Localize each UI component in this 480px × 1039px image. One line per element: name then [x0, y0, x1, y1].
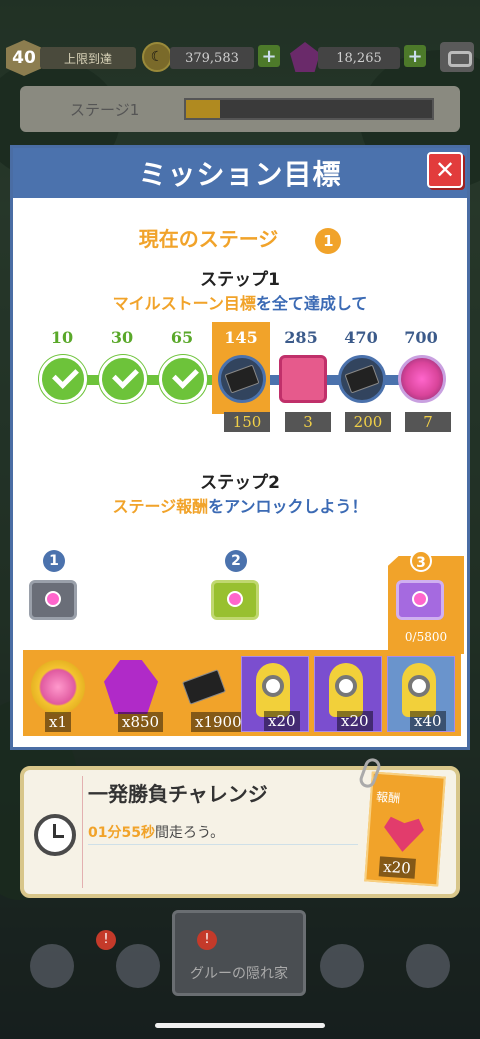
challenge-desc: 01分55秒間走ろう。	[88, 822, 224, 842]
reward-count: x1	[45, 712, 72, 732]
basket-icon[interactable]	[320, 944, 364, 988]
stage-chest-1[interactable]: 1	[29, 550, 87, 620]
chest-number: 1	[43, 550, 65, 572]
notification-badge: !	[96, 930, 116, 950]
level-status: 上限到達	[40, 47, 136, 69]
minion-costume-card	[256, 663, 290, 717]
banana-coin-icon: ☾	[142, 42, 172, 72]
minion-headphones-card	[329, 663, 363, 717]
reward-count: x20	[337, 711, 373, 731]
check-icon	[99, 355, 147, 403]
stage-reward-list: x1 x850 x1900 x20 x20 x40	[23, 650, 461, 736]
medal-icon[interactable]	[398, 355, 446, 403]
ticket-icon[interactable]	[338, 355, 386, 403]
heart-icon	[382, 815, 424, 854]
minion-beret-card	[402, 663, 436, 717]
chest-number: 2	[225, 550, 247, 572]
milestone-label: 145	[224, 328, 258, 347]
top-hud: 40 上限到達 ☾ 379,583 + 18,265 +	[0, 40, 480, 76]
reward-item[interactable]: x1900	[171, 656, 246, 732]
gem-icon	[290, 42, 320, 72]
milestone-reward-count: 150	[224, 412, 270, 432]
reward-count: x850	[118, 712, 164, 732]
stage-bar-label: ステージ1	[70, 101, 140, 119]
search-icon[interactable]	[406, 944, 450, 988]
milestone-label: 10	[50, 328, 74, 347]
challenge-title: 一発勝負チャレンジ	[88, 782, 268, 806]
modal-header: ミッション目標	[13, 148, 467, 198]
modal-title: ミッション目標	[138, 158, 342, 191]
gear-icon[interactable]	[30, 944, 74, 988]
gold-medal-icon	[31, 660, 85, 714]
chest-icon	[29, 580, 77, 620]
step1-desc: マイルストーン目標を全て達成して	[13, 290, 467, 314]
milestone-reward-count: 7	[405, 412, 451, 432]
purple-tokens-icon	[104, 660, 158, 714]
stage-progress	[184, 98, 434, 120]
step2-title: ステップ2	[200, 473, 280, 493]
milestone-label: 470	[344, 328, 378, 347]
milestone-label: 30	[110, 328, 134, 347]
chest-progress-text: 0/5800	[404, 630, 448, 644]
challenge-panel[interactable]: 一発勝負チャレンジ 01分55秒間走ろう。 報酬 x20	[20, 756, 460, 898]
panel-divider	[82, 776, 83, 888]
chest-icon	[396, 580, 444, 620]
pink-box-icon[interactable]	[279, 355, 327, 403]
coin-count: 379,583	[170, 47, 254, 69]
milestone-label: 285	[284, 328, 318, 347]
milestone-label: 700	[404, 328, 438, 347]
star-icon[interactable]	[116, 944, 160, 988]
check-icon	[39, 355, 87, 403]
reward-count: x1900	[191, 712, 246, 732]
desc-underline	[88, 844, 358, 845]
step2-desc-rest: をアンロックしよう！	[208, 497, 368, 516]
reward-item[interactable]: x40	[387, 656, 455, 732]
reward-item[interactable]: x850	[98, 656, 166, 732]
chest-icon	[211, 580, 259, 620]
challenge-time: 01分55秒	[88, 825, 155, 841]
bottom-nav: ! !	[0, 930, 480, 1000]
current-stage-label: 現在のステージ	[138, 227, 279, 251]
reward-item[interactable]: x20	[241, 656, 309, 732]
stage-progress-bar: ステージ1	[20, 86, 460, 132]
current-stage: 現在のステージ 1	[13, 223, 467, 254]
stopwatch-icon	[34, 814, 76, 856]
reward-item[interactable]: x20	[314, 656, 382, 732]
level-badge: 40	[6, 40, 42, 76]
milestone-reward-count: 3	[285, 412, 331, 432]
check-icon	[159, 355, 207, 403]
close-icon[interactable]: ✕	[427, 152, 463, 188]
gem-count: 18,265	[318, 47, 400, 69]
challenge-reward-card: 報酬 x20	[364, 771, 446, 887]
reward-count: x40	[410, 711, 446, 731]
step2-desc: ステージ報酬をアンロックしよう！	[13, 493, 467, 517]
challenge-desc-rest: 間走ろう。	[154, 825, 225, 841]
notification-badge: !	[197, 930, 217, 950]
step1-title: ステップ1	[200, 270, 280, 290]
menu-button[interactable]	[440, 42, 474, 72]
ticket-icon	[177, 660, 231, 714]
chest-number: 3	[410, 550, 432, 572]
stage-chest-2[interactable]: 2	[211, 550, 269, 620]
step1-desc-rest: を全て達成して	[255, 294, 368, 313]
mission-goal-modal: ミッション目標 ✕ 現在のステージ 1 ステップ1 マイルストーン目標を全て達成…	[10, 145, 470, 750]
milestone-reward-count: 200	[345, 412, 391, 432]
current-stage-number: 1	[315, 228, 342, 254]
add-coins-button[interactable]: +	[258, 45, 280, 67]
add-gems-button[interactable]: +	[404, 45, 426, 67]
step2-desc-highlight: ステージ報酬	[112, 497, 209, 516]
milestone-track: 10 30 65 145 285 470 700 150 3 200 7	[13, 320, 467, 432]
reward-label: 報酬	[375, 789, 401, 806]
step1-desc-highlight: マイルストーン目標	[112, 294, 256, 313]
stage-chest-3[interactable]: 3	[396, 550, 454, 620]
reward-count: x20	[378, 856, 416, 879]
ticket-icon[interactable]	[218, 355, 266, 403]
reward-item[interactable]: x1	[25, 656, 93, 732]
milestone-label: 65	[170, 328, 194, 347]
home-indicator[interactable]	[155, 1023, 325, 1028]
reward-count: x20	[264, 711, 300, 731]
